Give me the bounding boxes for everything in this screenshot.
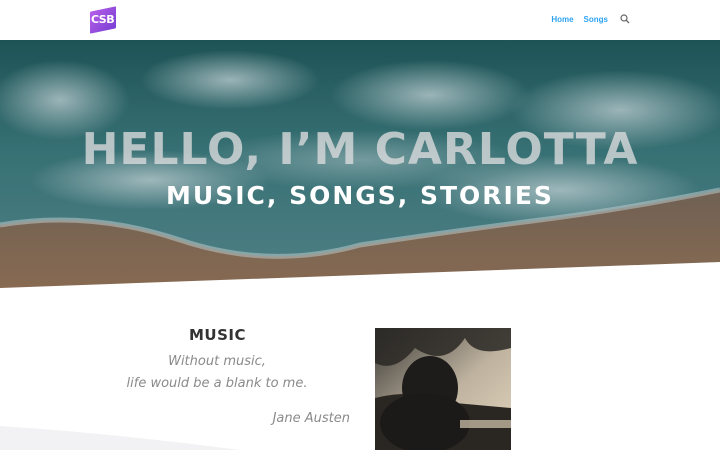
portrait-photo bbox=[375, 328, 511, 450]
decorative-swoosh bbox=[0, 426, 240, 450]
nav-link-home[interactable]: Home bbox=[551, 15, 573, 24]
music-section-title: MUSIC bbox=[189, 326, 246, 344]
quote-line-2: life would be a blank to me. bbox=[126, 376, 308, 391]
quote-author: Jane Austen bbox=[272, 411, 350, 426]
main-nav: Home Songs bbox=[551, 14, 630, 24]
site-header: CSB Home Songs bbox=[0, 0, 720, 40]
quote-line-1: Without music, bbox=[168, 354, 266, 369]
hero-section: HELLO, I’M CARLOTTA MUSIC, SONGS, STORIE… bbox=[0, 40, 720, 290]
logo-text: CSB bbox=[91, 13, 115, 26]
search-icon[interactable] bbox=[620, 14, 630, 24]
site-logo[interactable]: CSB bbox=[90, 6, 116, 34]
hero-slanted-divider bbox=[0, 262, 720, 290]
nav-link-songs[interactable]: Songs bbox=[584, 15, 608, 24]
